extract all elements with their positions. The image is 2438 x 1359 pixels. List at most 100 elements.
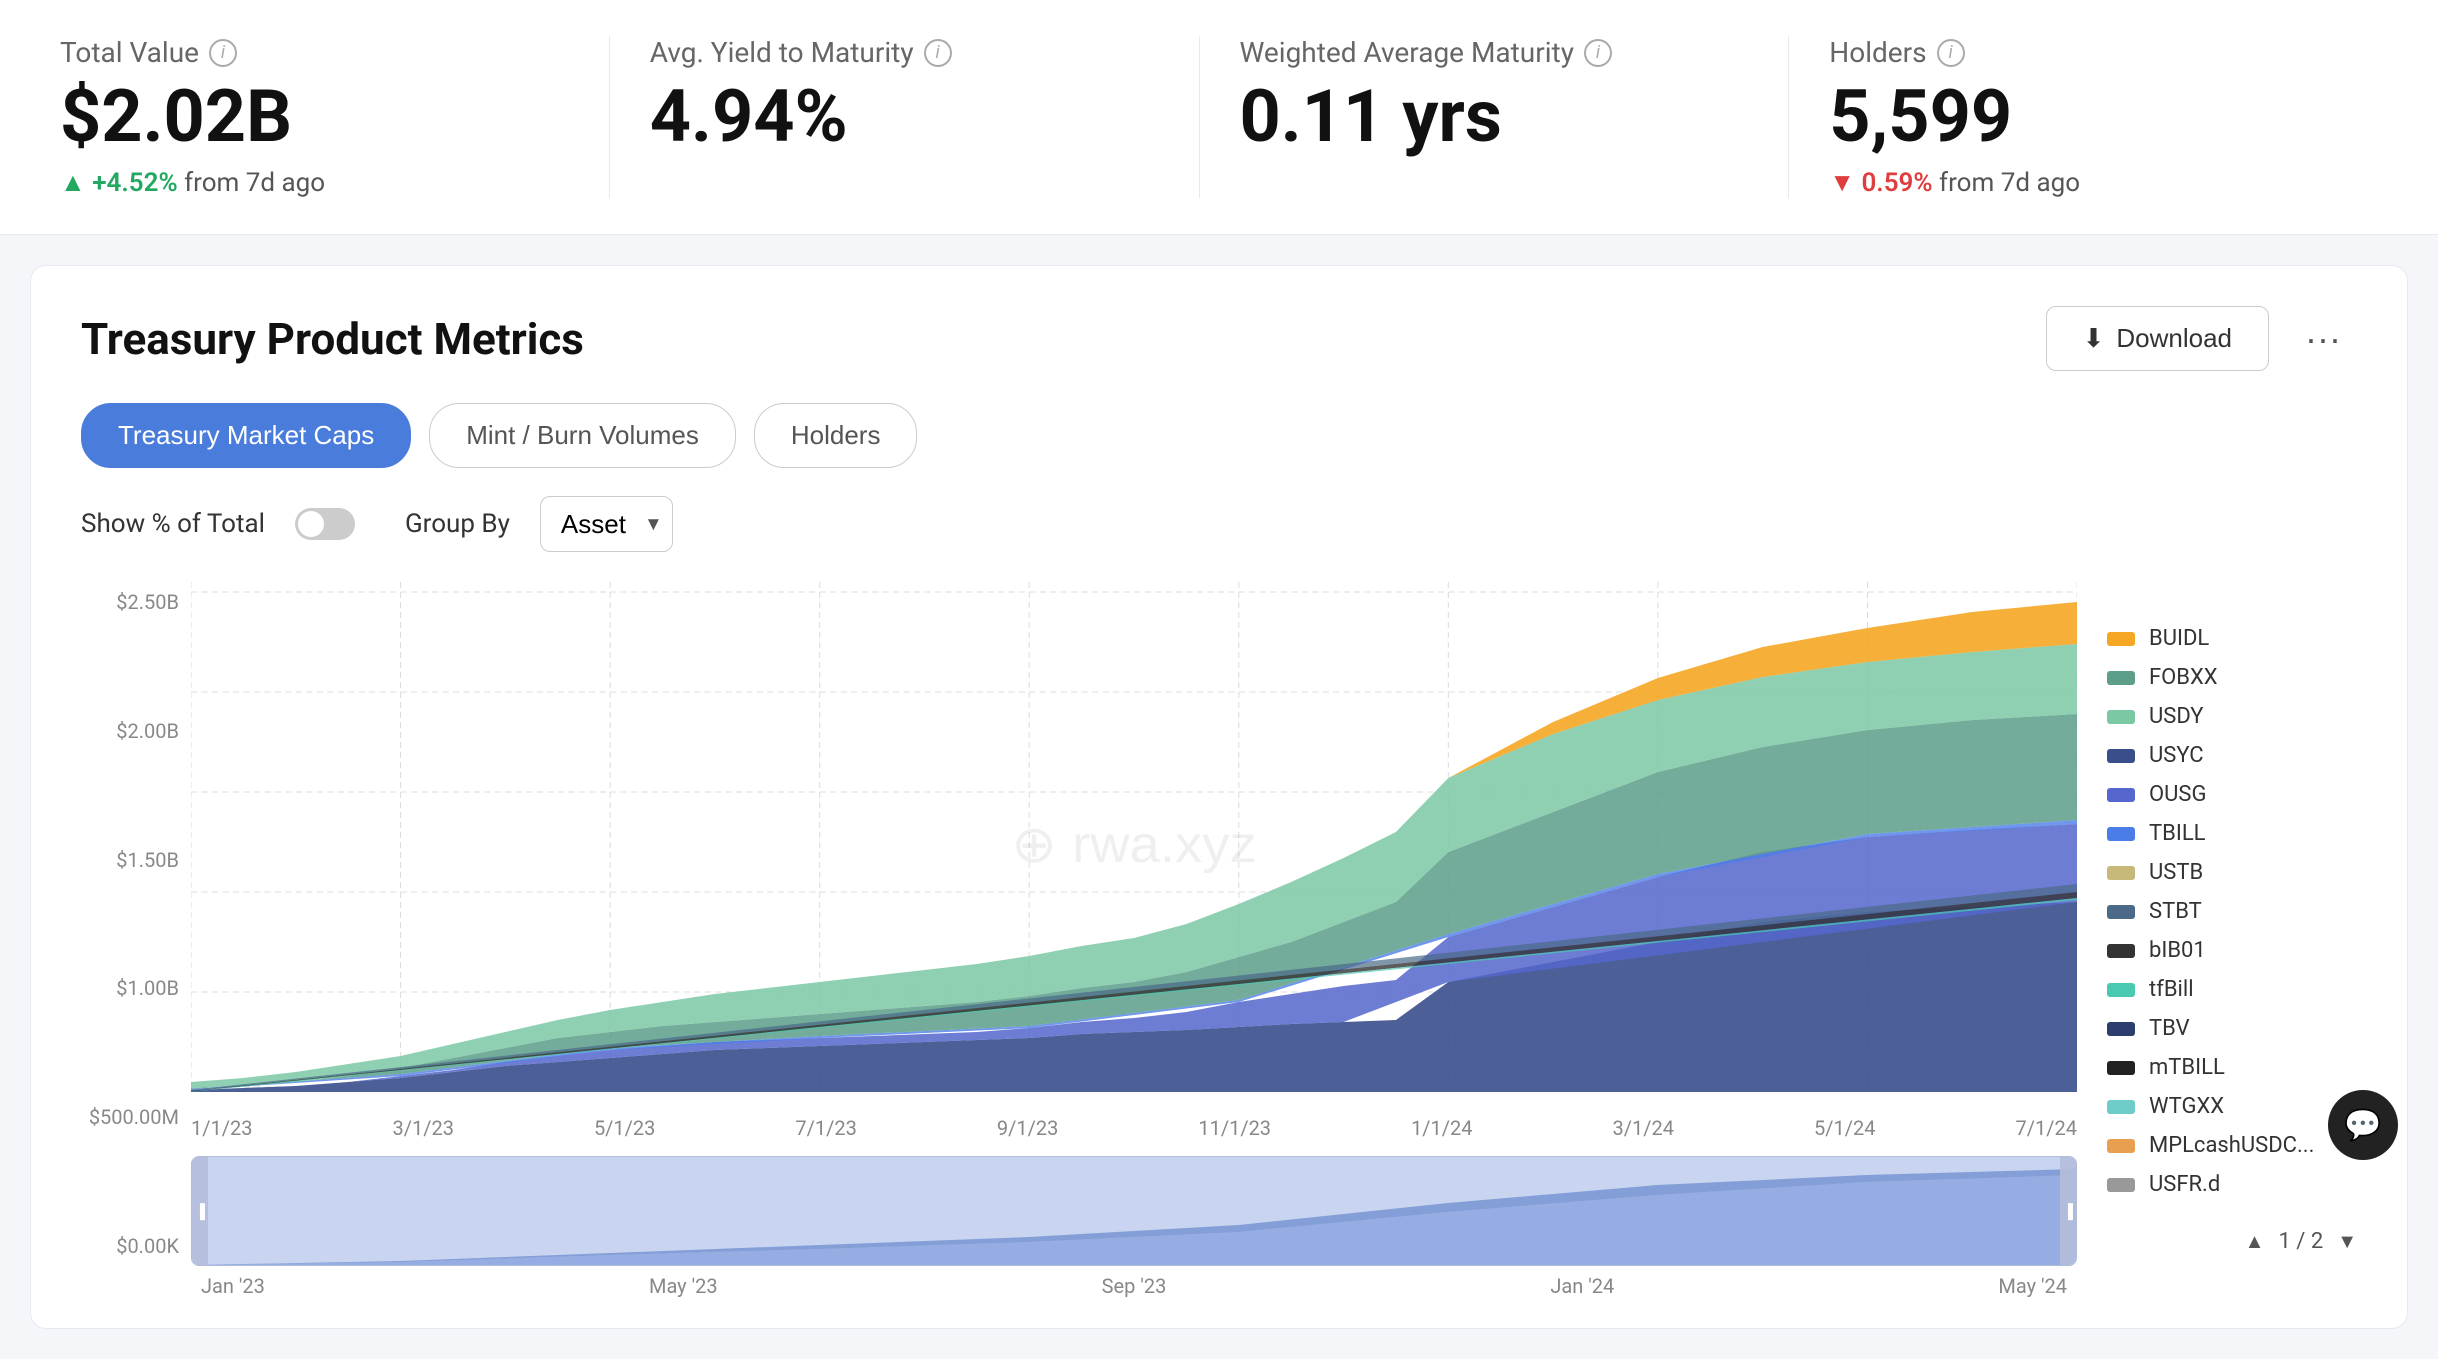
avg-yield-label: Avg. Yield to Maturity — [650, 36, 914, 69]
holders-number: 5,599 — [1829, 81, 2338, 153]
legend-item-BUIDL: BUIDL — [2107, 626, 2357, 651]
mini-x-label-0: Jan '23 — [201, 1274, 265, 1298]
show-percent-label: Show % of Total — [81, 509, 265, 539]
chart-tab-bar: Treasury Market Caps Mint / Burn Volumes… — [81, 403, 2357, 468]
mini-x-labels: Jan '23 May '23 Sep '23 Jan '24 May '24 — [191, 1274, 2077, 1298]
pagination-row: ▲ 1 / 2 ▼ — [2107, 1211, 2357, 1254]
chart-legend: BUIDL FOBXX USDY USYC OUSG TBILL — [2077, 582, 2357, 1298]
avg-yield-info-icon[interactable]: i — [924, 39, 952, 67]
x-label-8: 5/1/24 — [1814, 1116, 1875, 1140]
legend-label-TBILL: TBILL — [2149, 821, 2206, 846]
legend-color-USFR — [2107, 1178, 2135, 1192]
x-label-3: 7/1/23 — [795, 1116, 856, 1140]
legend-label-USDY: USDY — [2149, 704, 2204, 729]
legend-color-BUIDL — [2107, 632, 2135, 646]
legend-color-MPLcash — [2107, 1139, 2135, 1153]
avg-yield-number: 4.94% — [650, 81, 1159, 153]
legend-color-FOBXX — [2107, 671, 2135, 685]
x-label-7: 3/1/24 — [1613, 1116, 1674, 1140]
chart-header: Treasury Product Metrics ⬇ Download ··· — [81, 306, 2357, 371]
group-by-select[interactable]: Asset Issuer Chain — [540, 496, 673, 552]
legend-item-TBV: TBV — [2107, 1016, 2357, 1041]
y-axis: $2.50B $2.00B $1.50B $1.00B $500.00M $0.… — [81, 582, 191, 1298]
legend-label-FOBXX: FOBXX — [2149, 665, 2218, 690]
chart-with-yaxis: $2.50B $2.00B $1.50B $1.00B $500.00M $0.… — [81, 582, 2077, 1298]
prev-page-button[interactable]: ▲ — [2245, 1229, 2265, 1254]
chart-title: Treasury Product Metrics — [81, 313, 584, 365]
holders-change: 0.59% from 7d ago — [1829, 167, 2338, 198]
x-label-5: 11/1/23 — [1198, 1116, 1271, 1140]
legend-label-MPLcash: MPLcashUSDC... — [2149, 1133, 2314, 1158]
legend-color-USDY — [2107, 710, 2135, 724]
chart-main: $2.50B $2.00B $1.50B $1.00B $500.00M $0.… — [81, 582, 2077, 1298]
top-metrics-bar: Total Value i $2.02B +4.52% from 7d ago … — [0, 0, 2438, 235]
chart-canvas: ⊕ rwa.xyz 1/1/23 3/1/23 5/1/23 7/1/23 9/… — [191, 582, 2077, 1298]
total-value-info-icon[interactable]: i — [209, 39, 237, 67]
x-label-2: 5/1/23 — [594, 1116, 655, 1140]
legend-color-STBT — [2107, 905, 2135, 919]
legend-label-WTGXX: WTGXX — [2149, 1094, 2224, 1119]
metric-holders: Holders i 5,599 0.59% from 7d ago — [1789, 36, 2378, 198]
holders-label: Holders — [1829, 36, 1926, 69]
total-value-change-pct: +4.52% — [60, 168, 178, 198]
more-options-button[interactable]: ··· — [2289, 310, 2357, 368]
legend-color-TBV — [2107, 1022, 2135, 1036]
chart-header-right: ⬇ Download ··· — [2046, 306, 2357, 371]
x-label-0: 1/1/23 — [191, 1116, 252, 1140]
group-by-label: Group By — [405, 509, 510, 539]
y-tick-4: $500.00M — [81, 1105, 191, 1129]
legend-color-OUSG — [2107, 788, 2135, 802]
x-label-4: 9/1/23 — [997, 1116, 1058, 1140]
mini-x-label-1: May '23 — [649, 1274, 718, 1298]
svg-text:⊕ rwa.xyz: ⊕ rwa.xyz — [1011, 816, 1256, 874]
legend-item-FOBXX: FOBXX — [2107, 665, 2357, 690]
legend-item-USYC: USYC — [2107, 743, 2357, 768]
holders-info-icon[interactable]: i — [1937, 39, 1965, 67]
y-tick-0: $2.50B — [81, 590, 191, 614]
legend-label-OUSG: OUSG — [2149, 782, 2206, 807]
next-page-button[interactable]: ▼ — [2337, 1229, 2357, 1254]
mini-chart-svg — [192, 1157, 2076, 1266]
mini-handle-right[interactable] — [2060, 1157, 2076, 1265]
legend-item-WTGXX: WTGXX — [2107, 1094, 2357, 1119]
y-tick-2: $1.50B — [81, 848, 191, 872]
chart-section: Treasury Product Metrics ⬇ Download ··· … — [30, 265, 2408, 1329]
chart-area: $2.50B $2.00B $1.50B $1.00B $500.00M $0.… — [81, 582, 2357, 1298]
chat-button[interactable]: 💬 — [2328, 1090, 2398, 1160]
mini-handle-left[interactable] — [192, 1157, 208, 1265]
controls-bar: Show % of Total Group By Asset Issuer Ch… — [81, 496, 2357, 552]
x-label-6: 1/1/24 — [1411, 1116, 1472, 1140]
x-axis-labels: 1/1/23 3/1/23 5/1/23 7/1/23 9/1/23 11/1/… — [191, 1116, 2077, 1140]
legend-label-USTB: USTB — [2149, 860, 2203, 885]
legend-item-mTBILL: mTBILL — [2107, 1055, 2357, 1080]
mini-chart-wrapper — [191, 1156, 2077, 1266]
tab-holders[interactable]: Holders — [754, 403, 918, 468]
holders-change-suffix: from 7d ago — [1939, 168, 2080, 198]
legend-label-USFR: USFR.d — [2149, 1172, 2220, 1197]
legend-item-STBT: STBT — [2107, 899, 2357, 924]
download-button[interactable]: ⬇ Download — [2046, 306, 2269, 371]
total-value-change: +4.52% from 7d ago — [60, 167, 569, 198]
tab-mint-burn-volumes[interactable]: Mint / Burn Volumes — [429, 403, 736, 468]
weighted-maturity-number: 0.11 yrs — [1240, 81, 1749, 153]
show-percent-toggle[interactable] — [295, 508, 355, 540]
legend-color-TBILL — [2107, 827, 2135, 841]
download-icon: ⬇ — [2083, 323, 2105, 354]
legend-item-OUSG: OUSG — [2107, 782, 2357, 807]
legend-item-TBILL: TBILL — [2107, 821, 2357, 846]
weighted-maturity-info-icon[interactable]: i — [1584, 39, 1612, 67]
y-tick-3: $1.00B — [81, 976, 191, 1000]
tab-treasury-market-caps[interactable]: Treasury Market Caps — [81, 403, 411, 468]
mini-x-label-2: Sep '23 — [1102, 1274, 1167, 1298]
legend-label-TBV: TBV — [2149, 1016, 2190, 1041]
metric-avg-yield: Avg. Yield to Maturity i 4.94% — [610, 36, 1200, 198]
chat-icon: 💬 — [2344, 1108, 2381, 1143]
main-chart-svg: ⊕ rwa.xyz — [191, 582, 2077, 1102]
y-tick-1: $2.00B — [81, 719, 191, 743]
legend-label-bIB01: bIB01 — [2149, 938, 2206, 963]
legend-color-tfBill — [2107, 983, 2135, 997]
weighted-maturity-label: Weighted Average Maturity — [1240, 36, 1574, 69]
legend-item-USDY: USDY — [2107, 704, 2357, 729]
legend-label-tfBill: tfBill — [2149, 977, 2194, 1002]
total-value-change-suffix: from 7d ago — [184, 168, 325, 198]
